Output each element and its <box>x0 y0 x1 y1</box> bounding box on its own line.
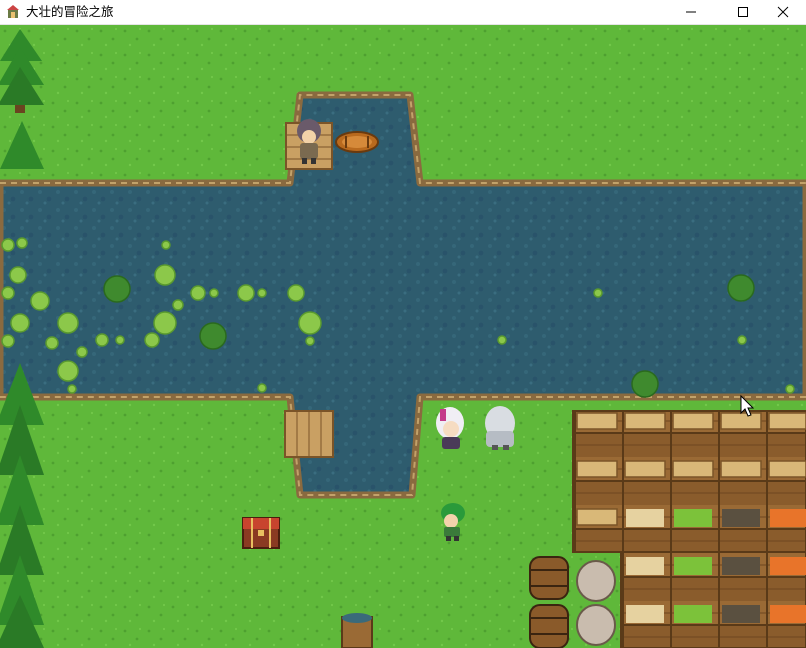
app-icon <box>7 5 19 18</box>
close-icon <box>777 6 789 18</box>
rowboat[interactable] <box>335 131 379 153</box>
window-title: 大壮的冒险之旅 <box>26 4 114 19</box>
game-canvas[interactable] <box>0 25 806 648</box>
close-button[interactable] <box>760 0 806 24</box>
wooden-bridge <box>284 410 334 458</box>
water-bucket <box>341 613 373 648</box>
grey-haired-elder-npc[interactable] <box>485 406 515 450</box>
window-titlebar: 大壮的冒险之旅 <box>0 0 806 25</box>
minimize-button[interactable] <box>668 0 714 24</box>
maximize-icon <box>738 7 748 17</box>
minimize-icon <box>686 11 696 13</box>
treasure-chest[interactable] <box>242 517 280 549</box>
